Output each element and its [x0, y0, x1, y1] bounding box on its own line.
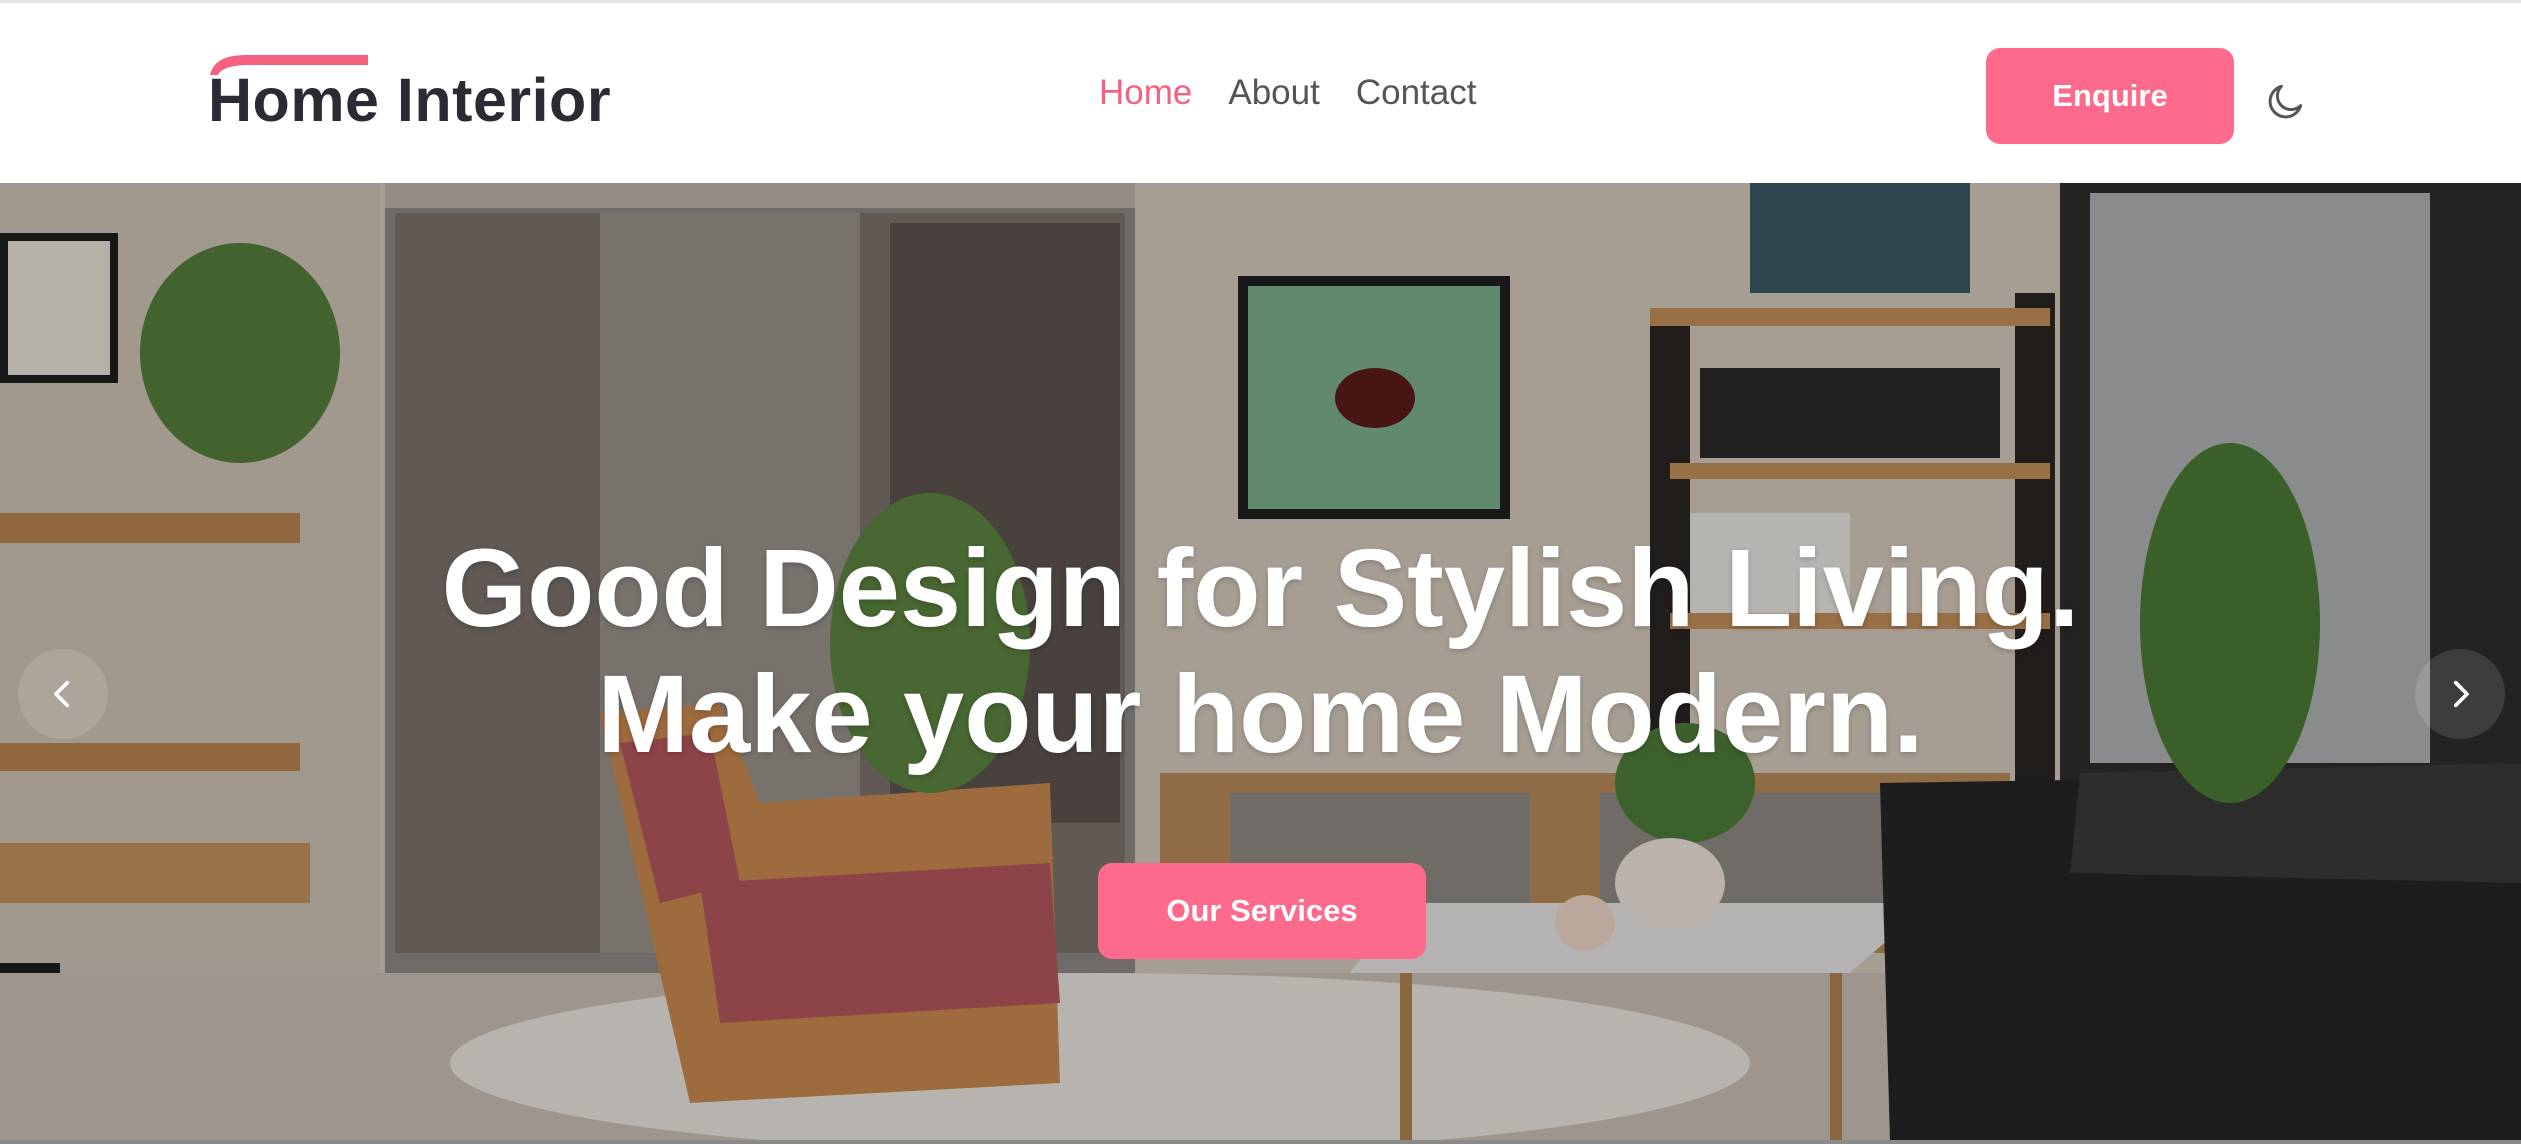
enquire-button[interactable]: Enquire	[1986, 48, 2234, 144]
carousel-next-button[interactable]	[2415, 649, 2505, 739]
chevron-left-icon	[54, 680, 70, 708]
hero-headline-line1: Good Design for Stylish Living.	[441, 527, 2080, 650]
our-services-button[interactable]: Our Services	[1098, 863, 1426, 959]
logo-text: Home Interior	[208, 66, 612, 134]
nav-item-about[interactable]: About	[1228, 73, 1319, 113]
hero-carousel: Good Design for Stylish Living. Make you…	[0, 183, 2521, 1141]
bottom-divider	[0, 1140, 2521, 1144]
site-logo[interactable]: Home Interior	[208, 51, 612, 141]
nav-item-contact[interactable]: Contact	[1356, 73, 1477, 113]
hero-headline-line2: Make your home Modern.	[597, 653, 1924, 776]
main-nav: Home About Contact	[1099, 73, 1476, 113]
nav-item-home[interactable]: Home	[1099, 73, 1192, 113]
moon-icon[interactable]	[2264, 79, 2308, 123]
carousel-prev-button[interactable]	[18, 649, 108, 739]
site-header: Home Interior Home About Contact Enquire	[0, 3, 2521, 183]
chevron-right-icon	[2453, 680, 2469, 708]
hero-headline: Good Design for Stylish Living. Make you…	[0, 526, 2521, 778]
